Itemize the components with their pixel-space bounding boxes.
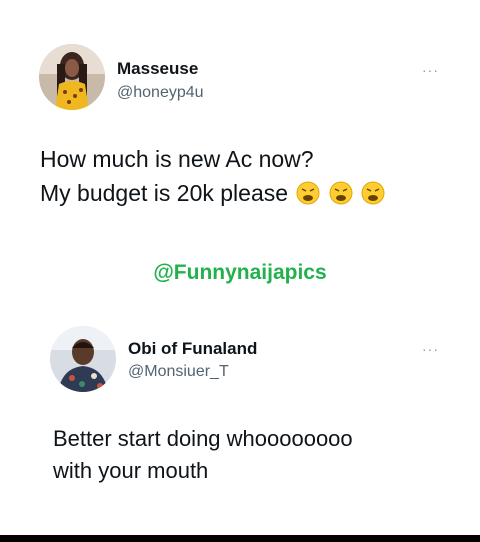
weary-face-icon xyxy=(296,181,320,205)
tweet-text-line-2: My budget is 20k please xyxy=(40,180,385,207)
more-options-icon[interactable]: ··· xyxy=(422,342,439,356)
more-options-icon[interactable]: ··· xyxy=(422,63,439,77)
author-name[interactable]: Masseuse xyxy=(117,59,198,79)
weary-face-icon xyxy=(361,181,385,205)
author-name[interactable]: Obi of Funaland xyxy=(128,339,257,359)
tweet-text-line-2: with your mouth xyxy=(53,458,209,483)
tweet-text-line-1: Better start doing whoooooooo xyxy=(53,426,353,451)
avatar-obi[interactable] xyxy=(50,326,116,392)
author-handle[interactable]: @Monsiuer_T xyxy=(128,363,229,381)
bottom-edge xyxy=(0,535,480,542)
avatar-image xyxy=(39,44,105,110)
weary-face-icon xyxy=(329,181,353,205)
avatar-masseuse[interactable] xyxy=(39,44,105,110)
tweet-text-line-2-label: My budget is 20k please xyxy=(40,180,289,206)
tweet-original: Masseuse @honeyp4u ··· How much is new A… xyxy=(0,0,480,240)
watermark-handle: @Funnynaijapics xyxy=(153,261,327,284)
tweet-reply: Obi of Funaland @Monsiuer_T ··· Better s… xyxy=(0,300,480,500)
tweet-text-line-1: How much is new Ac now? xyxy=(40,146,314,172)
author-handle[interactable]: @honeyp4u xyxy=(117,84,204,102)
avatar-image xyxy=(50,326,116,392)
